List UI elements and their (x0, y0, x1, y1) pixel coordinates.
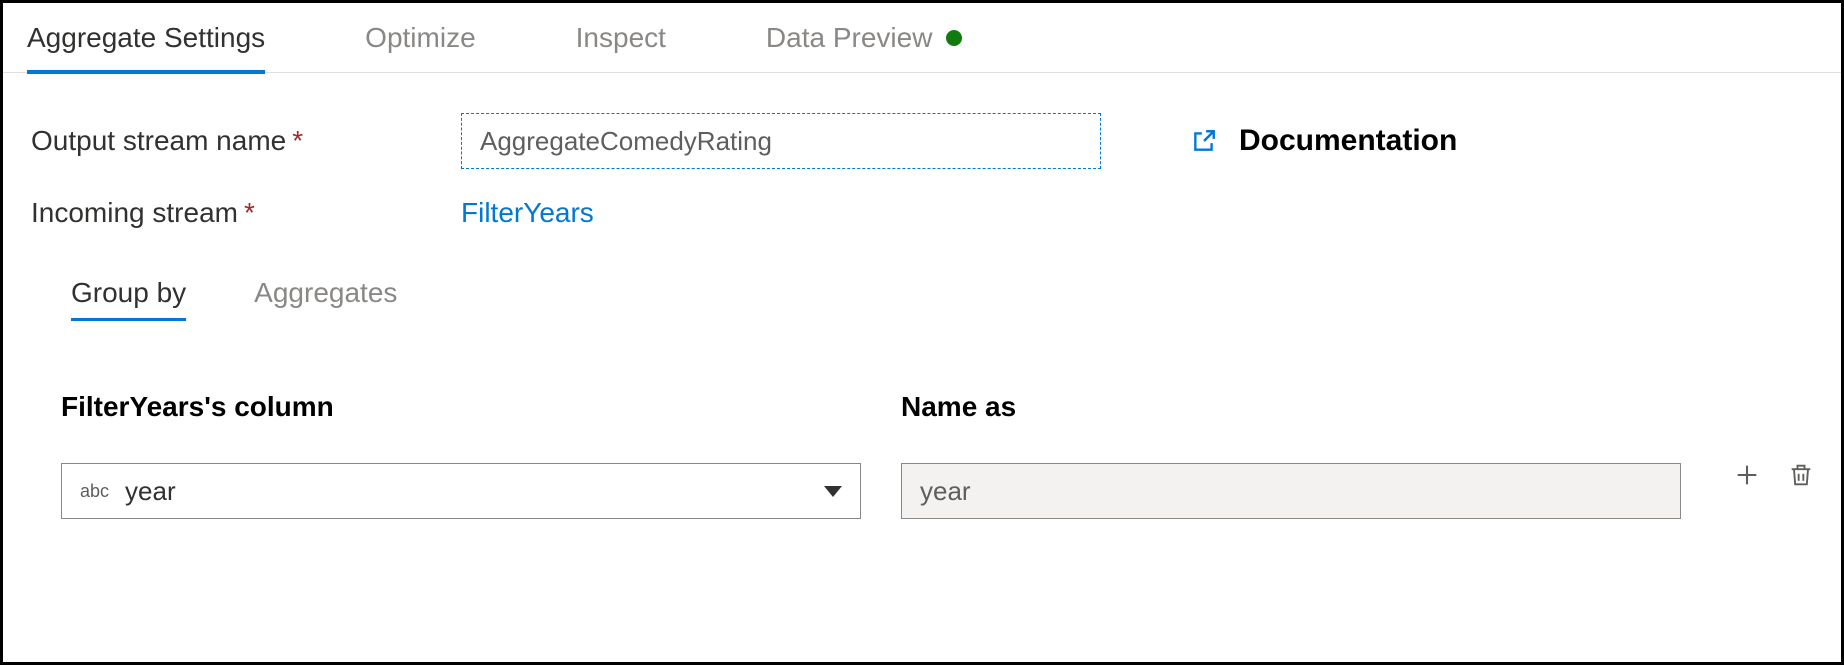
column-header-source: FilterYears's column (61, 391, 861, 423)
tab-data-preview[interactable]: Data Preview (766, 4, 963, 72)
name-as-input[interactable] (901, 463, 1681, 519)
output-stream-name-label: Output stream name* (31, 125, 461, 157)
group-by-column-value: year (125, 476, 176, 507)
group-by-column-dropdown[interactable]: abc year (61, 463, 861, 519)
output-stream-name-input[interactable] (461, 113, 1101, 169)
subtab-aggregates[interactable]: Aggregates (254, 277, 397, 319)
incoming-stream-link[interactable]: FilterYears (461, 197, 594, 229)
documentation-link[interactable]: Documentation (1191, 124, 1457, 158)
column-type-icon: abc (80, 481, 109, 502)
tab-optimize[interactable]: Optimize (365, 4, 475, 72)
chevron-down-icon (824, 486, 842, 497)
tab-data-preview-label: Data Preview (766, 22, 933, 54)
add-icon[interactable] (1733, 461, 1761, 489)
tab-aggregate-settings[interactable]: Aggregate Settings (27, 4, 265, 72)
external-link-icon (1191, 128, 1217, 154)
status-indicator-icon (946, 30, 962, 46)
settings-tabs: Aggregate Settings Optimize Inspect Data… (3, 3, 1841, 73)
subtab-group-by[interactable]: Group by (71, 277, 186, 319)
documentation-label: Documentation (1239, 124, 1457, 158)
aggregate-subtabs: Group by Aggregates (31, 277, 1813, 319)
incoming-stream-label: Incoming stream* (31, 197, 461, 229)
tab-inspect[interactable]: Inspect (576, 4, 666, 72)
column-header-name-as: Name as (901, 391, 1681, 423)
delete-icon[interactable] (1787, 461, 1815, 489)
